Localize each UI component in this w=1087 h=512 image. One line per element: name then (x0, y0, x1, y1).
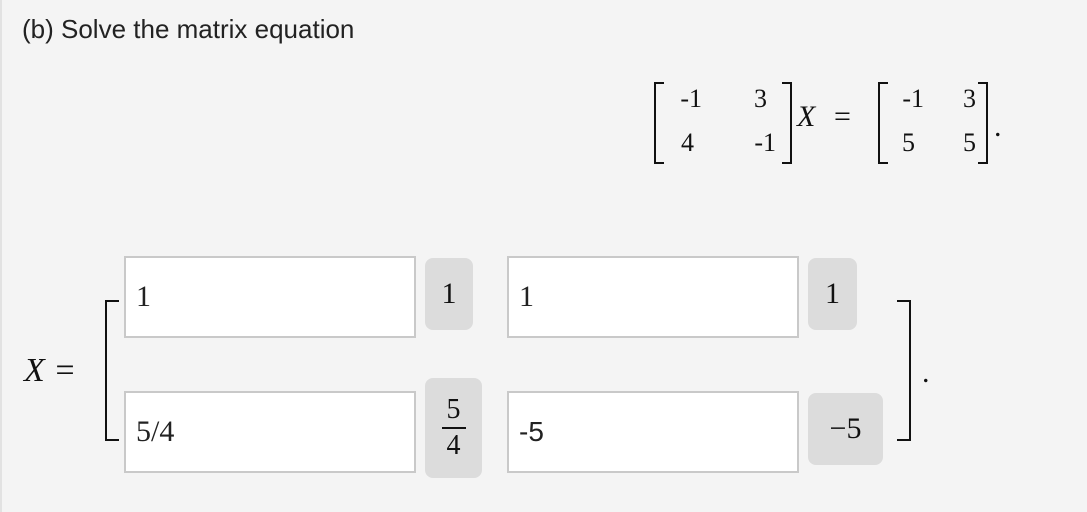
equals-sign: = (834, 100, 851, 133)
answer-preview-r1c1: 1 (425, 258, 473, 330)
matrix-a-right-bracket (782, 82, 792, 164)
matrix-a-cell: -1 (680, 84, 702, 113)
answer-preview-r2c1: 5 4 (425, 378, 482, 478)
preview-value: −5 (829, 412, 862, 445)
answer-input-value: 5/4 (136, 415, 175, 448)
preview-value: 1 (441, 277, 457, 310)
matrix-b-cell: 5 (963, 128, 976, 157)
answer-label: X = (24, 352, 77, 389)
fraction-numerator: 5 (446, 394, 461, 425)
answer-right-bracket (897, 300, 911, 441)
answer-left-bracket (105, 300, 119, 441)
matrix-b-cell: -1 (902, 84, 924, 113)
matrix-b-cell: 3 (963, 84, 976, 113)
matrix-a-cell: -1 (754, 128, 776, 157)
answer-period: . (922, 356, 930, 389)
matrix-b-cell: 5 (902, 128, 915, 157)
fraction-bar (441, 427, 466, 429)
fraction-denominator: 4 (446, 430, 461, 461)
answer-input-value: 1 (519, 280, 534, 313)
answer-input-r1c2[interactable]: 1 (507, 256, 799, 338)
answer-preview-r2c2: −5 (808, 393, 883, 465)
answer-input-r1c1[interactable]: 1 (124, 256, 416, 338)
answer-input-r2c1[interactable]: 5/4 (124, 391, 416, 473)
matrix-a-cell: 4 (681, 128, 694, 157)
variable-x: X (797, 100, 816, 133)
answer-input-value: -5 (519, 416, 544, 447)
answer-input-r2c2[interactable]: -5 (507, 391, 799, 473)
question-panel: (b) Solve the matrix equation -1 3 4 -1 … (0, 0, 1087, 512)
matrix-b-right-bracket (978, 82, 988, 164)
answer-input-value: 1 (136, 280, 151, 313)
answer-preview-r1c2: 1 (808, 258, 857, 330)
preview-fraction: 5 4 (441, 394, 466, 461)
equation-period: . (994, 110, 1002, 143)
matrix-equation: -1 3 4 -1 X = -1 3 5 5 . (2, 0, 1087, 200)
matrix-a-cell: 3 (754, 84, 767, 113)
preview-value: 1 (825, 277, 840, 310)
